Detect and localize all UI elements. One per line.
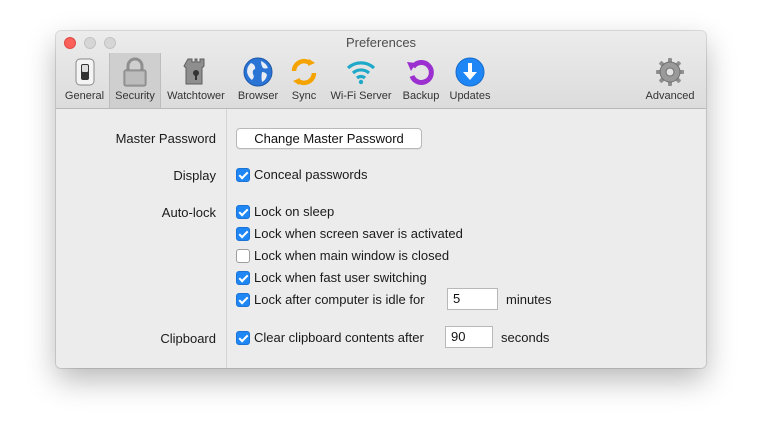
toolbar-label: Advanced — [645, 90, 695, 102]
change-master-password-button[interactable]: Change Master Password — [236, 128, 422, 149]
toolbar-label: Watchtower — [167, 90, 225, 102]
lock-window-closed-checkbox[interactable] — [236, 249, 250, 263]
idle-minutes-field[interactable]: 5 — [447, 288, 498, 310]
toolbar-label: General — [64, 90, 105, 102]
backup-icon — [407, 60, 434, 85]
autolock-label: Auto-lock — [161, 205, 216, 220]
toolbar: Preferences General Security Watchtower … — [56, 31, 706, 109]
clipboard-label: Clipboard — [160, 331, 216, 346]
toolbar-label: Backup — [402, 90, 440, 102]
download-icon — [455, 57, 485, 87]
labels-column — [56, 109, 227, 368]
lock-idle-label: Lock after computer is idle for — [254, 292, 425, 307]
conceal-passwords-label: Conceal passwords — [254, 167, 368, 182]
toolbar-label: Wi-Fi Server — [330, 90, 392, 102]
master-password-label: Master Password — [115, 131, 216, 146]
lock-on-sleep-checkbox[interactable] — [236, 205, 250, 219]
toolbar-item-backup[interactable]: Backup — [399, 53, 443, 108]
globe-icon — [243, 57, 273, 87]
clear-clipboard-checkbox[interactable] — [236, 331, 250, 345]
gear-icon — [656, 58, 684, 86]
switch-icon — [75, 58, 94, 86]
toolbar-item-security[interactable]: Security — [109, 53, 161, 108]
toolbar-label: Security — [115, 90, 155, 102]
toolbar-label: Browser — [237, 90, 279, 102]
lock-user-switching-label: Lock when fast user switching — [254, 270, 427, 285]
display-label: Display — [173, 168, 216, 183]
conceal-passwords-checkbox[interactable] — [236, 168, 250, 182]
wifi-icon — [346, 61, 376, 85]
lock-idle-checkbox[interactable] — [236, 293, 250, 307]
clipboard-unit-label: seconds — [501, 330, 550, 345]
lock-user-switching-checkbox[interactable] — [236, 271, 250, 285]
padlock-icon — [123, 57, 147, 87]
toolbar-item-updates[interactable]: Updates — [445, 53, 495, 108]
lock-window-closed-label: Lock when main window is closed — [254, 248, 450, 263]
lock-on-sleep-label: Lock on sleep — [254, 204, 335, 219]
toolbar-label: Updates — [449, 90, 491, 102]
toolbar-item-general[interactable]: General — [62, 53, 107, 108]
clear-clipboard-label: Clear clipboard contents after — [254, 330, 424, 345]
toolbar-item-watchtower[interactable]: Watchtower — [163, 53, 229, 108]
idle-unit-label: minutes — [506, 292, 552, 307]
toolbar-item-advanced[interactable]: Advanced — [640, 53, 700, 108]
watchtower-icon — [183, 58, 205, 85]
preferences-window: Preferences General Security Watchtower … — [56, 31, 706, 368]
toolbar-item-browser[interactable]: Browser — [233, 53, 283, 108]
lock-screensaver-label: Lock when screen saver is activated — [254, 226, 463, 241]
sync-icon — [291, 58, 317, 86]
lock-screensaver-checkbox[interactable] — [236, 227, 250, 241]
toolbar-label: Sync — [291, 90, 317, 102]
clipboard-seconds-field[interactable]: 90 — [445, 326, 493, 348]
toolbar-item-sync[interactable]: Sync — [285, 53, 323, 108]
window-title: Preferences — [345, 35, 417, 50]
toolbar-item-wifi-server[interactable]: Wi-Fi Server — [325, 53, 397, 108]
